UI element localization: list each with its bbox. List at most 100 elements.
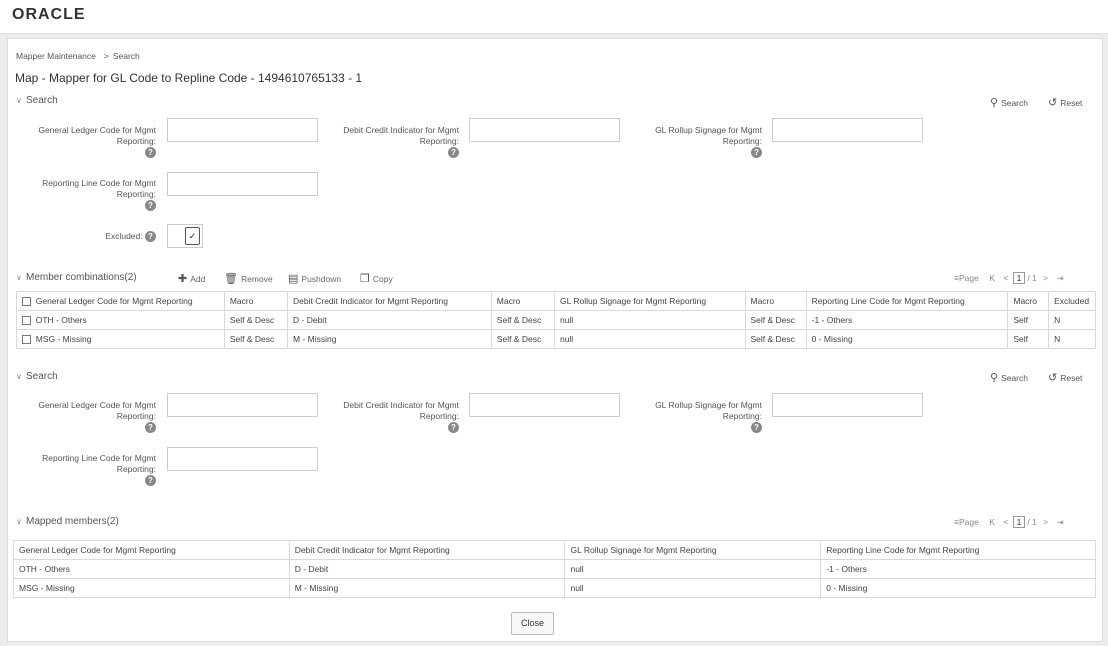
table-cell: M - Missing: [287, 329, 492, 349]
table-cell: 0 - Missing: [820, 578, 1096, 598]
column-header[interactable]: General Ledger Code for Mgmt Reporting: [16, 291, 225, 311]
help-icon[interactable]: ?: [751, 147, 762, 158]
breadcrumb-item-search: Search: [112, 51, 140, 61]
rollup-field-label: GL Rollup Signage for Mgmt Reporting: ?: [655, 125, 762, 158]
breadcrumb-item-mapper-maintenance[interactable]: Mapper Maintenance: [16, 51, 96, 61]
copy-icon: ❐: [360, 273, 370, 285]
help-icon[interactable]: ?: [751, 422, 762, 433]
table-cell: Self & Desc: [223, 329, 289, 349]
column-header[interactable]: Macro: [744, 291, 807, 311]
help-icon[interactable]: ?: [145, 147, 156, 158]
table-header-row: General Ledger Code for Mgmt Reporting M…: [16, 291, 1096, 311]
table-cell: D - Debit: [288, 559, 566, 579]
mapped-members-header[interactable]: ∨ Mapped members(2): [16, 516, 119, 527]
help-icon[interactable]: ?: [145, 200, 156, 211]
gl-code-input[interactable]: [167, 393, 318, 417]
column-header[interactable]: General Ledger Code for Mgmt Reporting: [13, 540, 290, 560]
page-number-input[interactable]: 1: [1012, 272, 1026, 284]
page-title: Map - Mapper for GL Code to Repline Code…: [15, 71, 363, 85]
reset-button[interactable]: ↺ Reset: [1048, 371, 1082, 384]
excluded-field-label: Excluded: ?: [24, 231, 156, 242]
table-cell: Self: [1007, 310, 1050, 330]
add-button[interactable]: ✚ Add: [178, 272, 205, 285]
table-row[interactable]: OTH - Others D - Debit null -1 - Others: [13, 559, 1096, 579]
column-header[interactable]: Reporting Line Code for Mgmt Reporting: [805, 291, 1009, 311]
column-header[interactable]: Macro: [223, 291, 289, 311]
dci-input[interactable]: [469, 393, 620, 417]
rollup-input[interactable]: [772, 393, 923, 417]
table-cell: M - Missing: [288, 578, 566, 598]
chevron-down-icon[interactable]: ✓: [185, 227, 200, 245]
reset-icon: ↺: [1048, 372, 1058, 384]
repline-input[interactable]: [167, 172, 318, 196]
dci-field-label: Debit Credit Indicator for Mgmt Reportin…: [343, 125, 459, 158]
next-page-icon[interactable]: >: [1043, 273, 1048, 283]
column-header[interactable]: Reporting Line Code for Mgmt Reporting: [820, 540, 1096, 560]
table-cell: null: [564, 559, 822, 579]
select-all-checkbox[interactable]: [22, 297, 31, 307]
help-icon[interactable]: ?: [145, 475, 156, 486]
help-icon[interactable]: ?: [448, 147, 459, 158]
close-button[interactable]: Close: [511, 612, 554, 635]
rollup-field-label: GL Rollup Signage for Mgmt Reporting: ?: [655, 400, 762, 433]
table-cell: null: [553, 329, 746, 349]
copy-button[interactable]: ❐ Copy: [360, 272, 393, 285]
oracle-logo: ORACLE: [12, 6, 86, 23]
member-combinations-header[interactable]: ∨ Member combinations(2): [16, 272, 137, 283]
first-page-icon[interactable]: K: [989, 517, 995, 527]
search-section-header[interactable]: ∨ Search: [16, 371, 58, 382]
prev-page-icon[interactable]: <: [1003, 273, 1008, 283]
help-icon[interactable]: ?: [145, 422, 156, 433]
help-icon[interactable]: ?: [145, 231, 156, 242]
first-page-icon[interactable]: K: [989, 273, 995, 283]
chevron-down-icon: ∨: [16, 517, 22, 526]
table-cell: MSG - Missing: [13, 578, 290, 598]
table-cell: OTH - Others: [16, 310, 225, 330]
row-checkbox[interactable]: [22, 316, 31, 326]
table-row[interactable]: MSG - Missing M - Missing null 0 - Missi…: [13, 578, 1096, 598]
column-header[interactable]: Macro: [1007, 291, 1050, 311]
last-page-icon[interactable]: ⇥: [1057, 273, 1064, 283]
page-number-input[interactable]: 1: [1012, 516, 1026, 528]
magnifier-icon: ⚲: [990, 97, 999, 109]
column-header[interactable]: Macro: [490, 291, 555, 311]
gl-code-field-label: General Ledger Code for Mgmt Reporting: …: [38, 400, 156, 433]
chevron-down-icon: ∨: [16, 372, 22, 381]
mapped-members-pager: ≡Page K < 1/ 1 > ⇥: [954, 516, 1064, 528]
table-cell: null: [553, 310, 746, 330]
excluded-select[interactable]: ✓: [167, 224, 203, 248]
search-section-header[interactable]: ∨ Search: [16, 95, 58, 106]
table-cell: null: [564, 578, 822, 598]
breadcrumb: Mapper Maintenance > Search: [16, 51, 140, 61]
remove-button[interactable]: 🗑 Remove: [224, 272, 273, 285]
search-button[interactable]: ⚲ Search: [990, 371, 1028, 384]
help-icon[interactable]: ?: [448, 422, 459, 433]
reset-button[interactable]: ↺ Reset: [1048, 96, 1082, 109]
row-checkbox[interactable]: [22, 335, 31, 345]
table-header-row: General Ledger Code for Mgmt Reporting D…: [13, 540, 1096, 560]
member-combinations-table: General Ledger Code for Mgmt Reporting M…: [16, 291, 1096, 349]
table-cell: Self: [1007, 329, 1050, 349]
table-row[interactable]: MSG - Missing Self & Desc M - Missing Se…: [16, 329, 1096, 349]
rollup-input[interactable]: [772, 118, 923, 142]
column-header[interactable]: Debit Credit Indicator for Mgmt Reportin…: [287, 291, 492, 311]
table-cell: Self & Desc: [490, 310, 555, 330]
pushdown-button[interactable]: ▤ Pushdown: [288, 272, 341, 285]
last-page-icon[interactable]: ⇥: [1057, 517, 1064, 527]
prev-page-icon[interactable]: <: [1003, 517, 1008, 527]
column-header[interactable]: GL Rollup Signage for Mgmt Reporting: [564, 540, 822, 560]
column-header[interactable]: Excluded: [1048, 291, 1096, 311]
table-cell: D - Debit: [287, 310, 492, 330]
column-header[interactable]: GL Rollup Signage for Mgmt Reporting: [553, 291, 746, 311]
column-header[interactable]: Debit Credit Indicator for Mgmt Reportin…: [288, 540, 566, 560]
dci-input[interactable]: [469, 118, 620, 142]
repline-input[interactable]: [167, 447, 318, 471]
table-row[interactable]: OTH - Others Self & Desc D - Debit Self …: [16, 310, 1096, 330]
table-cell: N: [1048, 310, 1096, 330]
repline-field-label: Reporting Line Code for Mgmt Reporting: …: [42, 453, 156, 486]
search-section-title: Search: [26, 95, 58, 106]
gl-code-input[interactable]: [167, 118, 318, 142]
search-button[interactable]: ⚲ Search: [990, 96, 1028, 109]
next-page-icon[interactable]: >: [1043, 517, 1048, 527]
table-cell: OTH - Others: [13, 559, 290, 579]
